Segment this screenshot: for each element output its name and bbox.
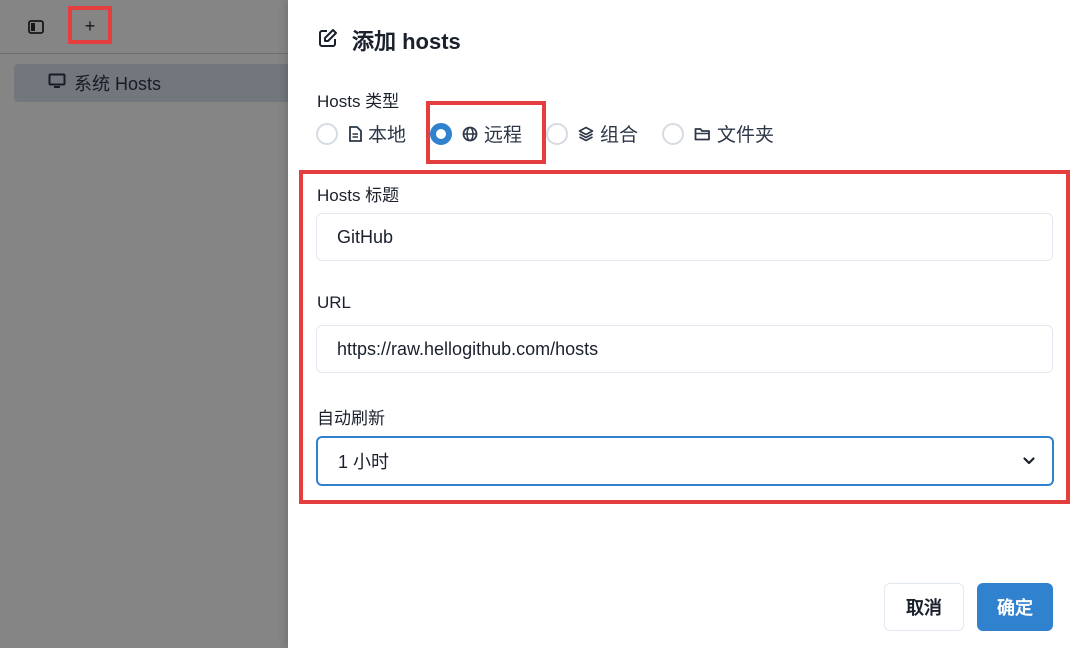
- layers-icon: [578, 126, 594, 142]
- radio-circle[interactable]: [316, 122, 338, 145]
- radio-group[interactable]: 组合: [546, 120, 638, 147]
- chevron-down-icon: [1022, 452, 1036, 473]
- add-hosts-button[interactable]: +: [76, 13, 104, 41]
- hosts-title-label: Hosts 标题: [317, 186, 400, 205]
- sidebar-item-system-hosts[interactable]: 系统 Hosts: [14, 64, 288, 102]
- radio-label: 文件夹: [717, 125, 775, 146]
- url-value: https://raw.hellogithub.com/hosts: [337, 338, 599, 359]
- hosts-type-radio-group: 本地 远程 组合 文件夹: [316, 120, 798, 147]
- auto-refresh-select[interactable]: 1 小时: [316, 436, 1054, 486]
- radio-label: 组合: [600, 125, 639, 146]
- sidebar-item-label: 系统 Hosts: [74, 74, 162, 94]
- monitor-icon: [48, 73, 66, 94]
- radio-folder[interactable]: 文件夹: [662, 120, 774, 147]
- sidebar-list: 系统 Hosts: [0, 54, 288, 102]
- drawer-header: 添加 hosts: [318, 24, 461, 56]
- plus-icon: +: [84, 16, 96, 36]
- confirm-button[interactable]: 确定: [977, 583, 1053, 631]
- add-hosts-drawer: 添加 hosts Hosts 类型 本地 远程 组合 文件夹 Hosts 标题 …: [288, 0, 1080, 648]
- sidebar-toggle-button[interactable]: [22, 13, 50, 41]
- globe-icon: [462, 126, 478, 142]
- radio-circle[interactable]: [546, 122, 569, 145]
- sidebar-toggle-icon: [28, 19, 44, 34]
- folder-icon: [694, 127, 711, 141]
- auto-refresh-label: 自动刷新: [317, 409, 385, 428]
- edit-icon: [318, 28, 338, 53]
- radio-circle[interactable]: [662, 122, 685, 145]
- hosts-type-label: Hosts 类型: [317, 92, 400, 111]
- file-icon: [348, 125, 362, 142]
- radio-label: 本地: [368, 125, 407, 146]
- auto-refresh-value: 1 小时: [338, 452, 390, 472]
- radio-remote[interactable]: 远程: [430, 120, 522, 147]
- hosts-title-input[interactable]: GitHub: [316, 213, 1053, 261]
- radio-label: 远程: [484, 125, 523, 146]
- sidebar-toolbar: +: [0, 0, 288, 54]
- hosts-title-value: GitHub: [337, 226, 394, 247]
- radio-circle-checked[interactable]: [430, 122, 453, 145]
- url-input[interactable]: https://raw.hellogithub.com/hosts: [316, 325, 1053, 373]
- cancel-button[interactable]: 取消: [884, 583, 964, 631]
- radio-local[interactable]: 本地: [316, 120, 406, 147]
- url-label: URL: [317, 293, 352, 312]
- sidebar: + 系统 Hosts: [0, 0, 288, 648]
- drawer-title: 添加 hosts: [352, 29, 461, 54]
